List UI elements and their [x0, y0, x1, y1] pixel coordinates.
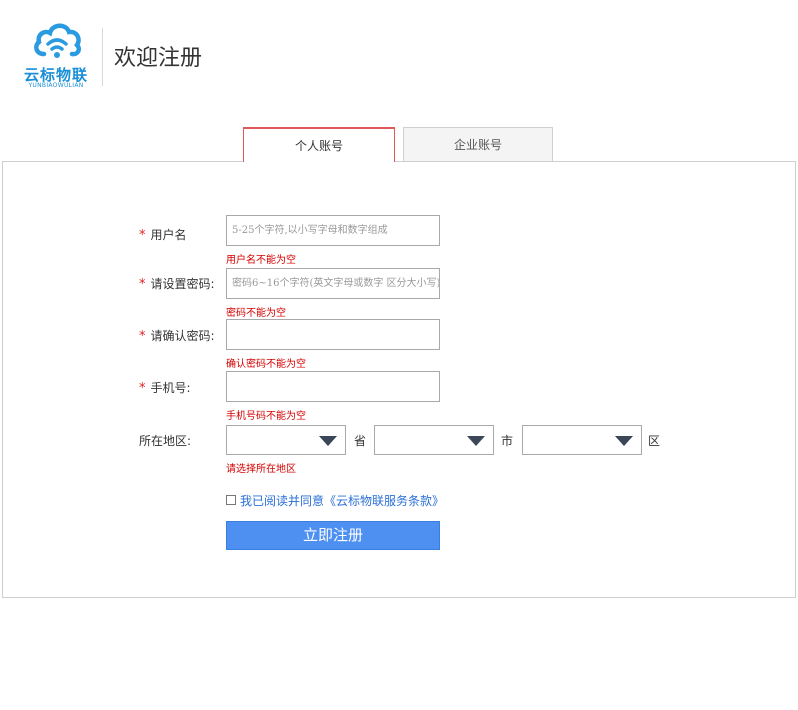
dropdown-arrow-icon: [319, 436, 337, 446]
brand-logo[interactable]: 云标物联 YUNBIAOWULIAN: [20, 20, 98, 90]
password-error: 密码不能为空: [226, 308, 286, 319]
required-mark: *: [139, 277, 146, 292]
phone-label: * 手机号:: [139, 381, 191, 396]
page-title: 欢迎注册: [114, 46, 203, 71]
header-divider: [102, 28, 103, 86]
agreement-checkbox[interactable]: [226, 495, 236, 505]
confirm-password-error: 确认密码不能为空: [226, 359, 306, 370]
province-select[interactable]: [226, 425, 346, 455]
dropdown-arrow-icon: [467, 436, 485, 446]
register-button[interactable]: 立即注册: [226, 521, 440, 550]
district-suffix: 区: [648, 434, 661, 448]
page-header: 云标物联 YUNBIAOWULIAN 欢迎注册: [0, 0, 798, 100]
cloud-wifi-icon: [34, 23, 82, 58]
password-input[interactable]: [226, 268, 440, 299]
province-suffix: 省: [354, 434, 367, 448]
required-mark: *: [139, 329, 146, 344]
username-error: 用户名不能为空: [226, 255, 296, 266]
city-suffix: 市: [501, 434, 514, 448]
confirm-password-label: * 请确认密码:: [139, 329, 215, 344]
username-input[interactable]: [226, 215, 440, 246]
city-select[interactable]: [374, 425, 494, 455]
tab-enterprise-account[interactable]: 企业账号: [403, 127, 553, 162]
required-mark: *: [139, 228, 146, 243]
username-label: * 用户名: [139, 228, 187, 243]
phone-error: 手机号码不能为空: [226, 411, 306, 422]
password-label: * 请设置密码:: [139, 277, 215, 292]
agreement-link[interactable]: 我已阅读并同意《云标物联服务条款》: [240, 492, 444, 509]
region-label: 所在地区:: [139, 434, 192, 448]
district-select[interactable]: [522, 425, 642, 455]
required-mark: *: [139, 381, 146, 396]
region-error: 请选择所在地区: [226, 464, 296, 475]
confirm-password-input[interactable]: [226, 319, 440, 350]
phone-input[interactable]: [226, 371, 440, 402]
tab-personal-account[interactable]: 个人账号: [243, 127, 395, 162]
brand-name-en: YUNBIAOWULIAN: [28, 82, 84, 89]
dropdown-arrow-icon: [615, 436, 633, 446]
